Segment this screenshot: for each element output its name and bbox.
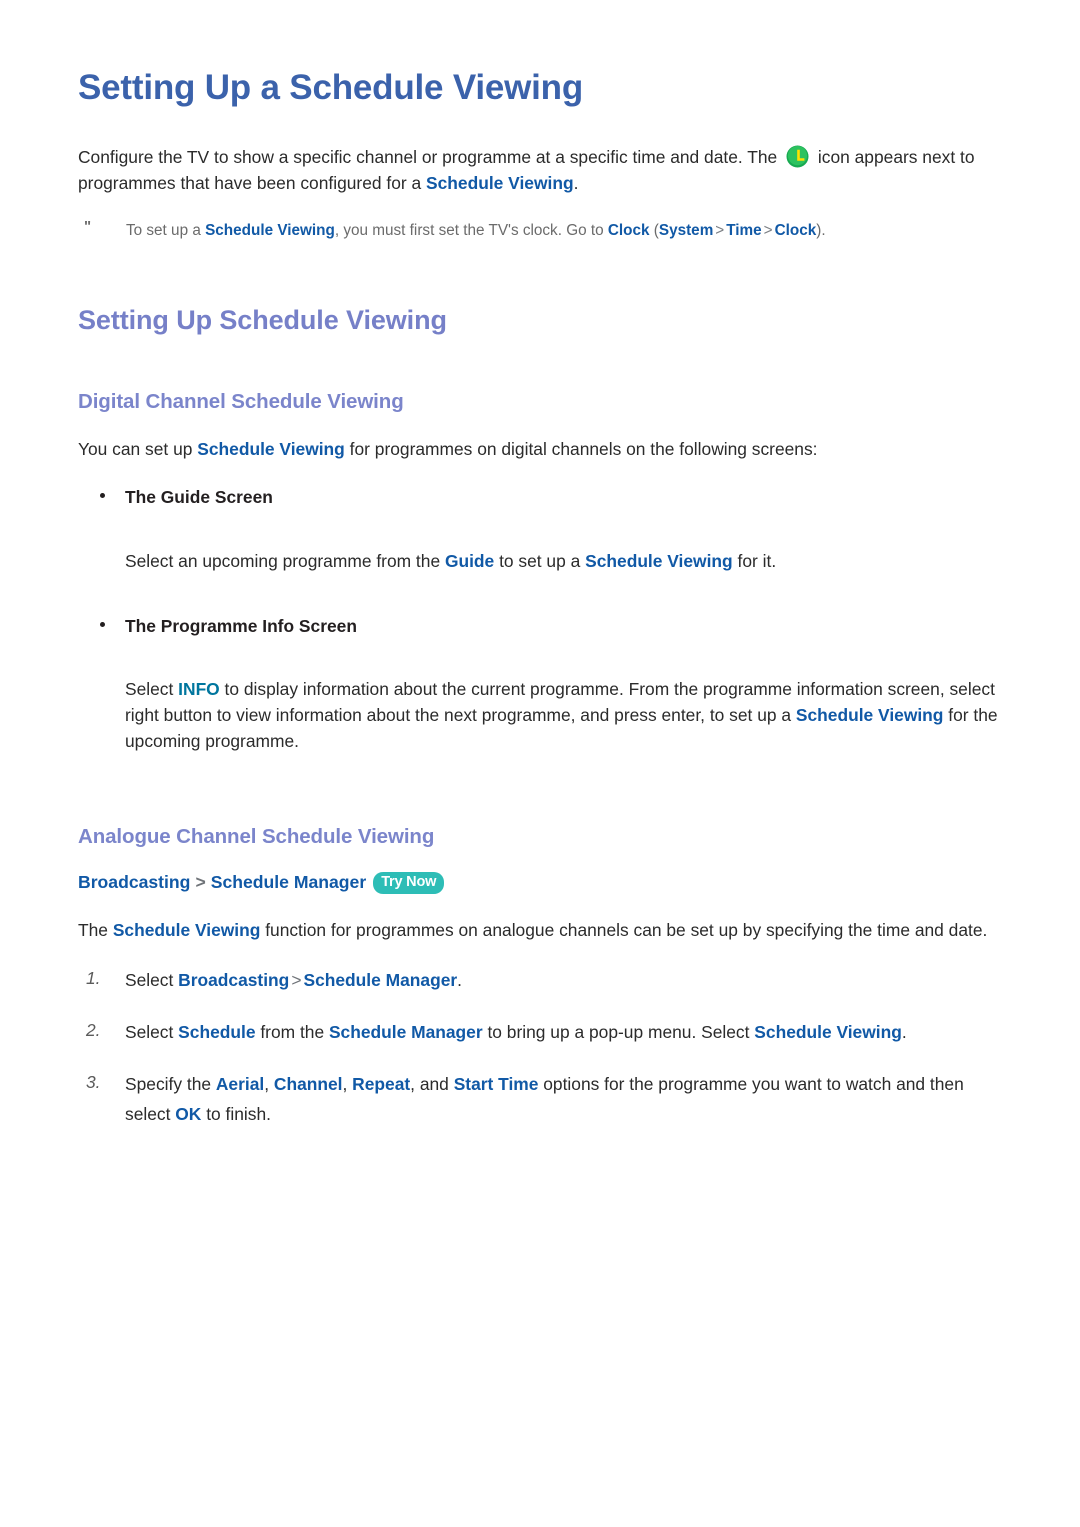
subsection-heading-digital: Digital Channel Schedule Viewing xyxy=(78,389,404,413)
note-part1: To set up a xyxy=(126,222,206,240)
section-heading-setting-up: Setting Up Schedule Viewing xyxy=(78,305,447,336)
page-title: Setting Up a Schedule Viewing xyxy=(78,68,584,107)
list-item: The Guide Screen xyxy=(78,462,1003,510)
step2-link-schedule[interactable]: Schedule xyxy=(178,1022,255,1042)
guide-screen-description: Select an upcoming programme from the Gu… xyxy=(125,528,1003,574)
guide-desc-part2: to set up a xyxy=(494,550,586,571)
list-item: 1. Select Broadcasting > Schedule Manager. xyxy=(78,943,1003,995)
breadcrumb: Broadcasting > Schedule Manager Try Now xyxy=(78,849,1003,895)
bullet-label-programme-info-screen: The Programme Info Screen xyxy=(125,616,357,637)
link-schedule-viewing-info[interactable]: Schedule Viewing xyxy=(796,705,944,725)
analogue-intro-paragraph: The Schedule Viewing function for progra… xyxy=(78,895,1003,943)
note-marker-icon: " xyxy=(84,218,92,236)
note-link-schedule-viewing[interactable]: Schedule Viewing xyxy=(205,222,335,239)
note-separator-2: > xyxy=(763,222,773,240)
try-now-badge[interactable]: Try Now xyxy=(373,872,445,895)
breadcrumb-item-schedule-manager[interactable]: Schedule Manager xyxy=(211,872,366,892)
note-part4: ). xyxy=(816,222,826,240)
link-schedule-viewing-analogue[interactable]: Schedule Viewing xyxy=(113,920,261,940)
list-item: 3. Specify the Aerial, Channel, Repeat, … xyxy=(78,1047,1003,1129)
step3-link-ok[interactable]: OK xyxy=(175,1104,201,1124)
step3-part4: , and xyxy=(410,1074,454,1095)
note-row: " To set up a Schedule Viewing, you must… xyxy=(78,196,1003,242)
step2-part4: . xyxy=(901,1022,907,1043)
key-info[interactable]: INFO xyxy=(178,679,220,699)
note-body: To set up a Schedule Viewing, you must f… xyxy=(126,220,1003,242)
list-item: The Programme Info Screen xyxy=(78,591,1003,639)
step-body-1: Select Broadcasting > Schedule Manager. xyxy=(125,965,1003,995)
step2-link-schedule-viewing[interactable]: Schedule Viewing xyxy=(754,1022,902,1042)
step2-part2: from the xyxy=(255,1022,329,1043)
guide-desc-part3: for it. xyxy=(732,550,777,571)
step3-part3: , xyxy=(342,1074,353,1095)
link-schedule-viewing-guide[interactable]: Schedule Viewing xyxy=(585,551,733,571)
breadcrumb-item-broadcasting[interactable]: Broadcasting xyxy=(78,872,190,892)
digital-link-schedule-viewing[interactable]: Schedule Viewing xyxy=(197,439,345,459)
bullet-dot-icon xyxy=(78,613,125,639)
link-guide[interactable]: Guide xyxy=(445,551,494,571)
step1-part2: . xyxy=(457,970,462,991)
link-schedule-viewing[interactable]: Schedule Viewing xyxy=(426,173,574,193)
intro-text-part3: . xyxy=(573,173,579,194)
step3-link-channel[interactable]: Channel xyxy=(274,1074,343,1094)
step-number-3: 3. xyxy=(86,1072,101,1093)
step-body-2: Select Schedule from the Schedule Manage… xyxy=(125,1017,1003,1047)
intro-paragraph: Configure the TV to show a specific chan… xyxy=(78,108,998,196)
step-number-2: 2. xyxy=(86,1020,101,1041)
digital-intro-part1: You can set up xyxy=(78,439,198,460)
step2-part3: to bring up a pop-up menu. Select xyxy=(482,1022,755,1043)
list-item: 2. Select Schedule from the Schedule Man… xyxy=(78,995,1003,1047)
step-body-3: Specify the Aerial, Channel, Repeat, and… xyxy=(125,1069,1003,1129)
programme-info-description: Select INFO to display information about… xyxy=(125,656,1003,754)
page-content: Setting Up a Schedule Viewing Configure … xyxy=(78,0,1003,1129)
step3-part6: to finish. xyxy=(201,1104,271,1125)
bullet-dot-icon xyxy=(78,484,125,510)
schedule-viewing-icon xyxy=(785,144,810,169)
note-link-clock-2[interactable]: Clock xyxy=(775,222,817,239)
step1-link-schedule-manager[interactable]: Schedule Manager xyxy=(303,970,457,990)
step1-link-broadcasting[interactable]: Broadcasting xyxy=(178,970,289,990)
note-link-clock[interactable]: Clock xyxy=(608,222,650,239)
note-part3: ( xyxy=(649,222,659,240)
step3-link-start-time[interactable]: Start Time xyxy=(454,1074,539,1094)
analogue-intro-part1: The xyxy=(78,920,113,941)
note-link-time[interactable]: Time xyxy=(726,222,761,239)
step3-link-aerial[interactable]: Aerial xyxy=(216,1074,264,1094)
step2-link-schedule-manager[interactable]: Schedule Manager xyxy=(329,1022,483,1042)
step1-separator: > xyxy=(291,970,302,991)
step2-part1: Select xyxy=(125,1022,179,1043)
step3-part2: , xyxy=(264,1074,274,1095)
intro-text-part1: Configure the TV to show a specific chan… xyxy=(78,147,783,168)
digital-intro-part2: for programmes on digital channels on th… xyxy=(344,439,818,460)
analogue-intro-part2: function for programmes on analogue chan… xyxy=(260,920,988,941)
guide-desc-part1: Select an upcoming programme from the xyxy=(125,550,445,571)
info-desc-part1: Select xyxy=(125,679,179,700)
step1-part1: Select xyxy=(125,970,179,991)
document-page: Setting Up a Schedule Viewing Configure … xyxy=(0,0,1080,1527)
step3-part1: Specify the xyxy=(125,1074,216,1095)
digital-intro-paragraph: You can set up Schedule Viewing for prog… xyxy=(78,414,1003,462)
note-part2: , you must first set the TV's clock. Go … xyxy=(334,222,608,240)
note-link-system[interactable]: System xyxy=(659,222,713,239)
step-number-1: 1. xyxy=(86,968,101,989)
subsection-heading-analogue: Analogue Channel Schedule Viewing xyxy=(78,824,435,848)
note-separator-1: > xyxy=(715,222,725,240)
step3-link-repeat[interactable]: Repeat xyxy=(352,1074,410,1094)
breadcrumb-separator: > xyxy=(195,872,206,893)
bullet-label-guide-screen: The Guide Screen xyxy=(125,487,273,508)
